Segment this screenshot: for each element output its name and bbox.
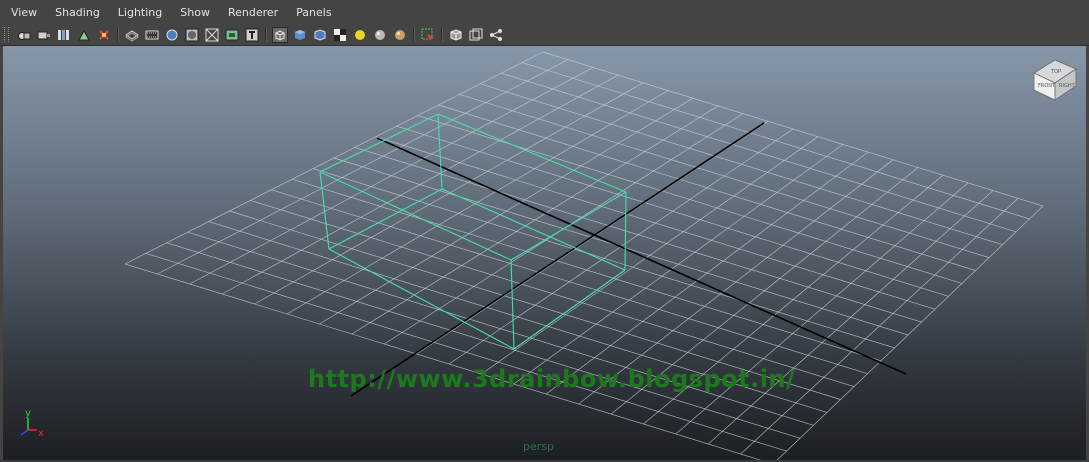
select-camera-icon[interactable] <box>16 27 32 43</box>
field-chart-icon[interactable] <box>204 27 220 43</box>
toolbar-separator <box>441 27 443 42</box>
wireframe-icon[interactable] <box>272 26 288 43</box>
grid-line <box>740 198 1019 455</box>
camera-attributes-icon[interactable] <box>56 27 72 43</box>
watermark-url: http://www.3drainbow.blogspot.in/ <box>308 365 796 393</box>
camera-name-label: persp <box>523 440 554 453</box>
textured-icon[interactable] <box>332 27 348 43</box>
view-cube-right-label[interactable]: RIGHT <box>1059 83 1076 89</box>
cube-edge <box>624 191 627 271</box>
xray-icon[interactable] <box>448 27 464 43</box>
menu-show[interactable]: Show <box>169 0 217 24</box>
bookmark-icon[interactable] <box>76 27 92 43</box>
grid-line <box>707 190 994 445</box>
gate-mask-icon[interactable] <box>184 27 200 43</box>
toolbar-separator <box>413 27 415 42</box>
ground-grid <box>124 51 1044 460</box>
xray-active-icon[interactable] <box>468 27 484 43</box>
isolate-select-icon[interactable] <box>420 27 436 43</box>
film-gate-icon[interactable] <box>144 27 160 43</box>
cube-edge <box>510 259 515 350</box>
menu-view[interactable]: View <box>0 0 44 24</box>
axis-gizmo: y x <box>20 408 44 439</box>
view-cube-front-label[interactable]: FRONT <box>1038 83 1056 89</box>
toolbar-separator <box>265 27 267 42</box>
scene-canvas[interactable]: TOP FRONT RIGHT y x <box>3 46 1086 460</box>
axis-x-label: x <box>38 428 44 439</box>
toolbar-separator <box>117 27 119 42</box>
safe-action-icon[interactable] <box>224 27 240 43</box>
axis-y-label: y <box>25 408 31 419</box>
menu-panels[interactable]: Panels <box>285 0 338 24</box>
shade-selected-icon[interactable] <box>312 27 328 43</box>
default-lighting-icon[interactable] <box>352 27 368 43</box>
cube-edge <box>441 188 626 271</box>
grid-icon[interactable] <box>124 27 140 43</box>
lock-camera-icon[interactable] <box>36 27 52 43</box>
panel-toolbar <box>0 24 1089 46</box>
grid-line <box>145 253 787 452</box>
menu-renderer[interactable]: Renderer <box>217 0 285 24</box>
cube-edge <box>328 188 443 250</box>
toolbar-grip[interactable] <box>4 27 9 42</box>
cube-edge <box>328 248 515 350</box>
grid-line <box>187 231 814 426</box>
menu-lighting[interactable]: Lighting <box>107 0 169 24</box>
resolution-gate-icon[interactable] <box>164 27 180 43</box>
panel-menubar: View Shading Lighting Show Renderer Pane… <box>0 0 1089 24</box>
image-plane-icon[interactable] <box>96 27 112 43</box>
smooth-shade-icon[interactable] <box>292 27 308 43</box>
view-cube[interactable]: TOP FRONT RIGHT <box>1033 59 1077 101</box>
view-cube-top-label[interactable]: TOP <box>1050 69 1061 75</box>
shadows-icon[interactable] <box>392 27 408 43</box>
cube-edge <box>437 113 627 193</box>
cube-edge <box>319 113 439 173</box>
menu-shading[interactable]: Shading <box>44 0 107 24</box>
cube-edge <box>437 113 443 190</box>
all-lights-icon[interactable] <box>372 27 388 43</box>
perspective-viewport[interactable]: TOP FRONT RIGHT y x http://www.3drainbow… <box>3 46 1086 460</box>
safe-title-icon[interactable] <box>244 27 260 43</box>
xray-joints-icon[interactable] <box>488 27 504 43</box>
